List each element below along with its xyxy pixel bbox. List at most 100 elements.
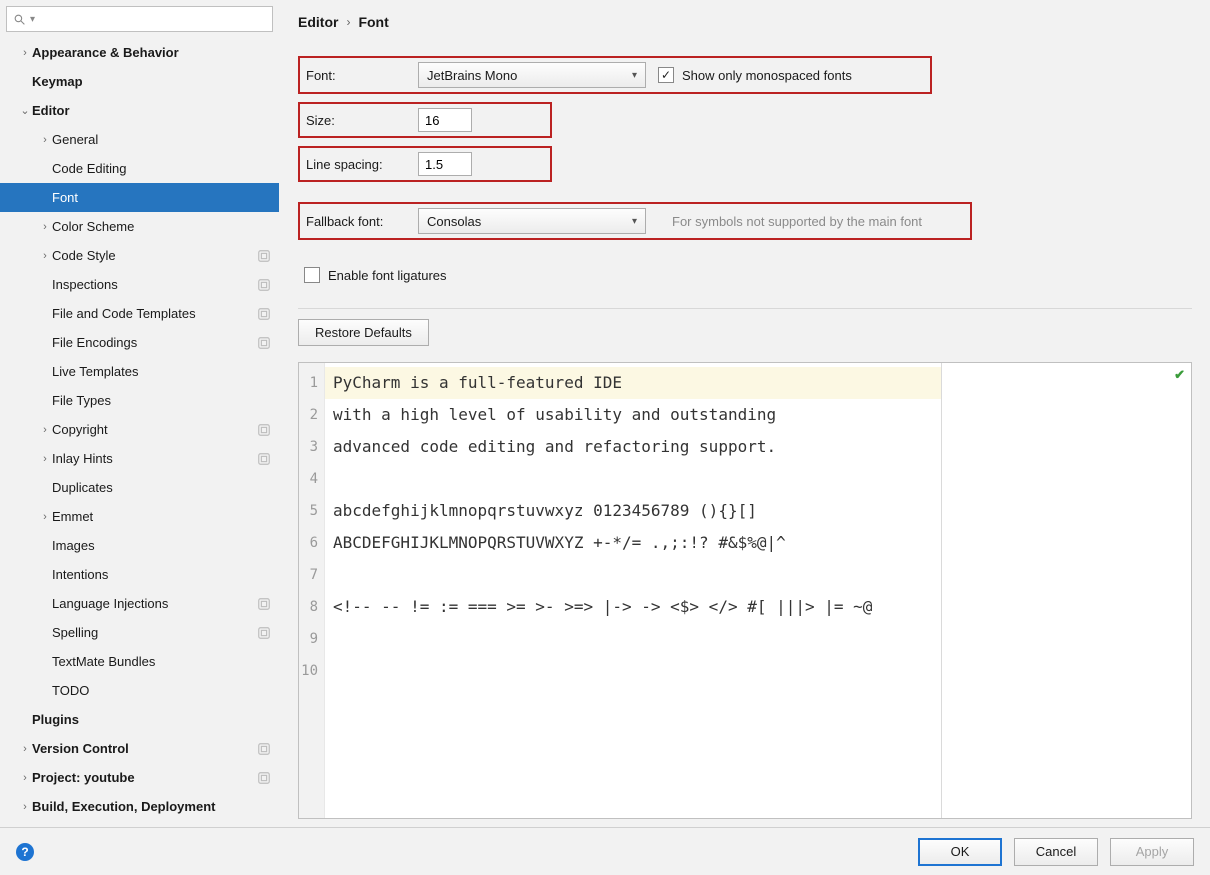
- search-field[interactable]: [39, 11, 266, 28]
- sidebar-item-emmet[interactable]: ›Emmet: [0, 502, 279, 531]
- inspection-ok-icon: ✔: [1174, 367, 1185, 383]
- chevron-right-icon: ›: [38, 250, 52, 262]
- preview-line: with a high level of usability and outst…: [333, 399, 933, 431]
- sidebar-item-file-types[interactable]: File Types: [0, 386, 279, 415]
- checkbox-icon: ✓: [658, 67, 674, 83]
- chevron-down-icon: ▾: [30, 14, 35, 25]
- sidebar-item-intentions[interactable]: Intentions: [0, 560, 279, 589]
- search-icon: [13, 13, 26, 26]
- show-monospaced-label: Show only monospaced fonts: [682, 68, 852, 83]
- sidebar-item-spelling[interactable]: Spelling: [0, 618, 279, 647]
- sidebar-item-project-youtube[interactable]: ›Project: youtube: [0, 763, 279, 792]
- settings-tree[interactable]: ›Appearance & BehaviorKeymap⌄Editor›Gene…: [0, 38, 279, 827]
- line-number: 2: [299, 399, 318, 431]
- sidebar-item-appearance-behavior[interactable]: ›Appearance & Behavior: [0, 38, 279, 67]
- sidebar-item-color-scheme[interactable]: ›Color Scheme: [0, 212, 279, 241]
- sidebar-item-todo[interactable]: TODO: [0, 676, 279, 705]
- font-preview: 12345678910 PyCharm is a full-featured I…: [298, 362, 1192, 819]
- sidebar-item-keymap[interactable]: Keymap: [0, 67, 279, 96]
- sidebar-item-label: Editor: [32, 103, 271, 118]
- fallback-select-value: Consolas: [427, 214, 481, 229]
- preview-line: [333, 463, 933, 495]
- preview-line: <!-- -- != := === >= >- >=> |-> -> <$> <…: [333, 591, 933, 623]
- sidebar-item-live-templates[interactable]: Live Templates: [0, 357, 279, 386]
- line-spacing-label: Line spacing:: [306, 157, 406, 172]
- settings-content: Editor › Font Font: JetBrains Mono ▾ ✓ S…: [280, 0, 1210, 827]
- preview-line: [333, 623, 933, 655]
- help-button[interactable]: ?: [16, 843, 34, 861]
- sidebar-item-label: Copyright: [52, 422, 257, 437]
- fallback-hint: For symbols not supported by the main fo…: [672, 214, 922, 229]
- font-select-value: JetBrains Mono: [427, 68, 517, 83]
- breadcrumb-page: Font: [358, 14, 388, 30]
- chevron-right-icon: ›: [18, 743, 32, 755]
- sidebar-item-label: File Types: [52, 393, 271, 408]
- sidebar-item-code-style[interactable]: ›Code Style: [0, 241, 279, 270]
- dialog-button-bar: ? OK Cancel Apply: [0, 827, 1210, 875]
- chevron-right-icon: ›: [18, 801, 32, 813]
- fallback-row-highlight: Fallback font: Consolas ▾ For symbols no…: [298, 202, 972, 240]
- sidebar-item-label: Inlay Hints: [52, 451, 257, 466]
- sidebar-item-label: Project: youtube: [32, 770, 257, 785]
- sidebar-item-plugins[interactable]: Plugins: [0, 705, 279, 734]
- apply-button[interactable]: Apply: [1110, 838, 1194, 866]
- sidebar-item-label: Intentions: [52, 567, 271, 582]
- sidebar-item-duplicates[interactable]: Duplicates: [0, 473, 279, 502]
- sidebar-item-images[interactable]: Images: [0, 531, 279, 560]
- sidebar-item-code-editing[interactable]: Code Editing: [0, 154, 279, 183]
- sidebar-item-label: Images: [52, 538, 271, 553]
- sidebar-item-label: Build, Execution, Deployment: [32, 799, 271, 814]
- preview-line: abcdefghijklmnopqrstuvwxyz 0123456789 ()…: [333, 495, 933, 527]
- line-number: 4: [299, 463, 318, 495]
- sidebar-item-inspections[interactable]: Inspections: [0, 270, 279, 299]
- ok-button[interactable]: OK: [918, 838, 1002, 866]
- sidebar-item-file-encodings[interactable]: File Encodings: [0, 328, 279, 357]
- size-input[interactable]: [418, 108, 472, 132]
- restore-defaults-button[interactable]: Restore Defaults: [298, 319, 429, 346]
- chevron-right-icon: ›: [18, 47, 32, 59]
- line-number: 7: [299, 559, 318, 591]
- font-select[interactable]: JetBrains Mono ▾: [418, 62, 646, 88]
- line-spacing-input[interactable]: [418, 152, 472, 176]
- line-number: 6: [299, 527, 318, 559]
- show-monospaced-checkbox[interactable]: ✓ Show only monospaced fonts: [658, 67, 852, 83]
- project-scope-icon: [257, 626, 271, 640]
- preview-line: [333, 655, 933, 687]
- chevron-right-icon: ›: [346, 15, 350, 29]
- preview-code[interactable]: PyCharm is a full-featured IDEwith a hig…: [325, 363, 941, 818]
- sidebar-item-label: File and Code Templates: [52, 306, 257, 321]
- cancel-button[interactable]: Cancel: [1014, 838, 1098, 866]
- sidebar-item-label: Live Templates: [52, 364, 271, 379]
- sidebar-item-label: Color Scheme: [52, 219, 271, 234]
- sidebar-item-label: Duplicates: [52, 480, 271, 495]
- fallback-label: Fallback font:: [306, 214, 406, 229]
- sidebar-item-label: Code Style: [52, 248, 257, 263]
- sidebar-item-textmate-bundles[interactable]: TextMate Bundles: [0, 647, 279, 676]
- project-scope-icon: [257, 278, 271, 292]
- sidebar-item-file-and-code-templates[interactable]: File and Code Templates: [0, 299, 279, 328]
- sidebar-item-label: Language Injections: [52, 596, 257, 611]
- line-number: 10: [299, 655, 318, 687]
- chevron-down-icon: ▾: [632, 70, 637, 81]
- preview-line: [333, 559, 933, 591]
- project-scope-icon: [257, 336, 271, 350]
- project-scope-icon: [257, 597, 271, 611]
- line-number: 5: [299, 495, 318, 527]
- search-input[interactable]: ▾: [6, 6, 273, 32]
- sidebar-item-general[interactable]: ›General: [0, 125, 279, 154]
- line-number: 3: [299, 431, 318, 463]
- sidebar-item-font[interactable]: Font: [0, 183, 279, 212]
- sidebar-item-editor[interactable]: ⌄Editor: [0, 96, 279, 125]
- fallback-select[interactable]: Consolas ▾: [418, 208, 646, 234]
- enable-ligatures-checkbox[interactable]: Enable font ligatures: [304, 267, 447, 283]
- sidebar-item-label: Plugins: [32, 712, 271, 727]
- enable-ligatures-label: Enable font ligatures: [328, 268, 447, 283]
- sidebar-item-language-injections[interactable]: Language Injections: [0, 589, 279, 618]
- breadcrumb-parent[interactable]: Editor: [298, 14, 338, 30]
- sidebar-item-inlay-hints[interactable]: ›Inlay Hints: [0, 444, 279, 473]
- preview-right-gutter: [941, 363, 1191, 818]
- project-scope-icon: [257, 423, 271, 437]
- sidebar-item-copyright[interactable]: ›Copyright: [0, 415, 279, 444]
- sidebar-item-version-control[interactable]: ›Version Control: [0, 734, 279, 763]
- sidebar-item-build-execution-deployment[interactable]: ›Build, Execution, Deployment: [0, 792, 279, 821]
